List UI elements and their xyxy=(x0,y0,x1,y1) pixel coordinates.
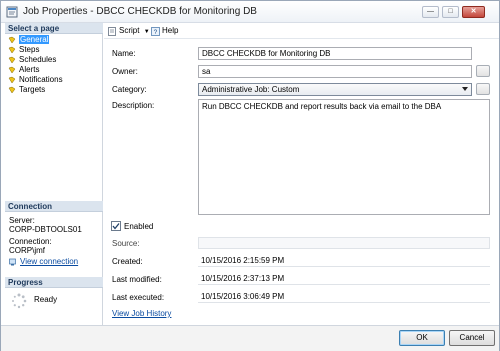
help-label: Help xyxy=(162,26,179,35)
name-field[interactable]: DBCC CHECKDB for Monitoring DB xyxy=(198,47,472,60)
page-item-label: Notifications xyxy=(19,75,63,84)
server-label: Server: xyxy=(9,216,35,225)
page-item-label: Schedules xyxy=(19,55,57,64)
description-label: Description: xyxy=(112,101,155,110)
ok-button[interactable]: OK xyxy=(399,330,445,346)
script-button[interactable]: Script ▼ xyxy=(108,25,150,37)
page-icon xyxy=(8,66,16,74)
owner-browse-button[interactable] xyxy=(476,65,490,77)
page-item-label: Steps xyxy=(19,45,40,54)
cancel-button[interactable]: Cancel xyxy=(449,330,495,346)
checkmark-icon xyxy=(112,223,120,230)
last-executed-label: Last executed: xyxy=(112,293,165,302)
help-button[interactable]: ? Help xyxy=(151,25,178,37)
toolbar: Script ▼ ? Help xyxy=(104,23,499,39)
page-icon xyxy=(8,76,16,84)
chevron-down-icon: ▼ xyxy=(143,29,150,35)
connection-properties-icon xyxy=(9,258,16,266)
source-value xyxy=(198,237,490,249)
page-item-notifications[interactable]: Notifications xyxy=(8,75,63,85)
owner-label: Owner: xyxy=(112,67,138,76)
page-item-schedules[interactable]: Schedules xyxy=(8,55,56,65)
page-item-label: Targets xyxy=(19,85,46,94)
left-pane: Select a page General Steps Schedules Al… xyxy=(5,23,103,325)
job-properties-window: Job Properties - DBCC CHECKDB for Monito… xyxy=(0,0,500,351)
progress-header: Progress xyxy=(5,277,103,288)
progress-status: Ready xyxy=(34,295,58,304)
last-modified-label: Last modified: xyxy=(112,275,162,284)
view-job-history-link[interactable]: View Job History xyxy=(112,309,171,318)
view-connection-label: View connection xyxy=(20,257,79,266)
page-item-alerts[interactable]: Alerts xyxy=(8,65,39,75)
script-label: Script xyxy=(119,26,140,35)
server-value: CORP-DBTOOLS01 xyxy=(9,225,82,234)
connection-value: CORP\jmf xyxy=(9,246,45,255)
view-connection-link[interactable]: View connection xyxy=(9,257,78,266)
owner-field[interactable]: sa xyxy=(198,65,472,78)
page-icon xyxy=(8,36,16,44)
page-item-label: Alerts xyxy=(19,65,40,74)
window-title: Job Properties - DBCC CHECKDB for Monito… xyxy=(23,6,257,17)
enabled-label: Enabled xyxy=(124,222,154,231)
source-label: Source: xyxy=(112,239,140,248)
minimize-icon: — xyxy=(427,8,434,15)
description-textarea[interactable]: Run DBCC CHECKDB and report results back… xyxy=(198,99,490,215)
minimize-button[interactable]: — xyxy=(422,6,439,18)
category-browse-button[interactable] xyxy=(476,83,490,95)
page-icon xyxy=(8,56,16,64)
script-icon xyxy=(108,27,116,36)
last-modified-value: 10/15/2016 2:37:13 PM xyxy=(198,273,490,285)
category-value: Administrative Job: Custom xyxy=(202,85,300,94)
created-value: 10/15/2016 2:15:59 PM xyxy=(198,255,490,267)
page-item-general[interactable]: General xyxy=(8,35,50,45)
title-bar[interactable]: Job Properties - DBCC CHECKDB for Monito… xyxy=(1,1,499,23)
svg-text:?: ? xyxy=(154,29,158,36)
maximize-icon: □ xyxy=(448,8,453,15)
select-page-header: Select a page xyxy=(5,23,103,34)
page-item-steps[interactable]: Steps xyxy=(8,45,39,55)
connection-label: Connection: xyxy=(9,237,52,246)
chevron-down-icon xyxy=(462,87,468,91)
job-properties-icon xyxy=(6,6,18,18)
category-select[interactable]: Administrative Job: Custom xyxy=(198,83,472,96)
maximize-button[interactable]: □ xyxy=(442,6,459,18)
page-icon xyxy=(8,86,16,94)
created-label: Created: xyxy=(112,257,143,266)
page-icon xyxy=(8,46,16,54)
enabled-checkbox[interactable] xyxy=(111,221,121,231)
name-label: Name: xyxy=(112,49,136,58)
connection-header: Connection xyxy=(5,201,103,212)
page-item-label: General xyxy=(19,35,50,44)
category-label: Category: xyxy=(112,85,147,94)
button-bar: OK Cancel xyxy=(1,325,499,351)
page-item-targets[interactable]: Targets xyxy=(8,85,45,95)
progress-spinner-icon xyxy=(12,293,27,309)
help-icon: ? xyxy=(151,27,160,36)
close-button[interactable]: ✕ xyxy=(462,6,485,18)
close-icon: ✕ xyxy=(470,8,477,15)
last-executed-value: 10/15/2016 3:06:49 PM xyxy=(198,291,490,303)
